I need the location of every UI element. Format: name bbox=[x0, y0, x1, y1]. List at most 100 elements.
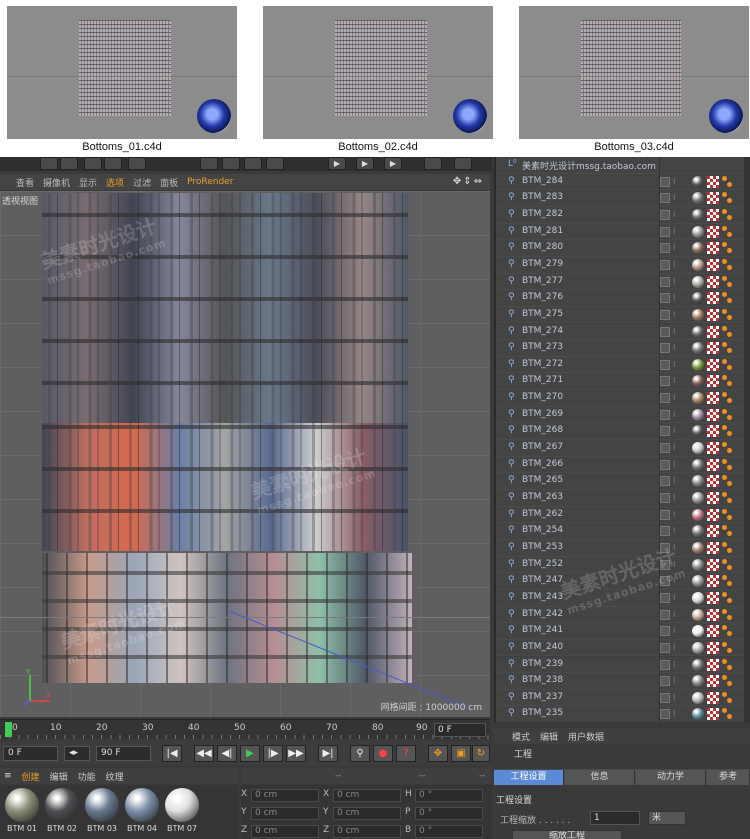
enable-toggle[interactable]: ⁝ bbox=[673, 476, 681, 486]
texture-tag-icon[interactable] bbox=[707, 458, 719, 471]
object-row[interactable]: ⚲ BTM_254 ⁝ bbox=[496, 523, 750, 540]
tag-icon[interactable] bbox=[722, 558, 727, 564]
object-row[interactable]: ⚲ BTM_269 ⁝ bbox=[496, 406, 750, 424]
texture-tag-icon[interactable] bbox=[707, 375, 719, 388]
tag-icon[interactable] bbox=[722, 242, 727, 248]
material-swatch[interactable]: BTM 02 bbox=[44, 788, 80, 838]
visibility-toggle[interactable] bbox=[660, 509, 670, 520]
texture-tag-icon[interactable] bbox=[707, 408, 719, 421]
texture-tag-icon[interactable] bbox=[707, 691, 719, 704]
tag-icon[interactable] bbox=[727, 448, 732, 454]
enable-toggle[interactable]: ⁝ bbox=[673, 243, 681, 253]
object-manager-header[interactable]: L⁰ 美素时光设计mssg.taobao.com bbox=[496, 157, 750, 174]
visibility-toggle[interactable] bbox=[660, 326, 670, 337]
material-tag-icon[interactable] bbox=[692, 275, 704, 288]
material-tag-icon[interactable] bbox=[692, 708, 704, 721]
visibility-toggle[interactable] bbox=[660, 209, 670, 220]
material-tag-icon[interactable] bbox=[692, 525, 704, 538]
visibility-toggle[interactable] bbox=[660, 293, 670, 304]
tag-icon[interactable] bbox=[722, 591, 727, 597]
menu-prorender[interactable]: ProRender bbox=[187, 177, 233, 187]
material-tag-icon[interactable] bbox=[692, 358, 704, 371]
material-tag-icon[interactable] bbox=[692, 658, 704, 671]
object-row[interactable]: ⚲ BTM_276 ⁝ bbox=[496, 290, 750, 307]
tab-project-settings[interactable]: 工程设置 bbox=[494, 770, 564, 785]
tag-icon[interactable] bbox=[727, 314, 732, 320]
enable-toggle[interactable]: ⁝ bbox=[673, 660, 681, 670]
tag-icon[interactable] bbox=[722, 575, 727, 581]
enable-toggle[interactable]: ⁝ bbox=[673, 576, 681, 586]
tag-icon[interactable] bbox=[727, 414, 732, 420]
coordinate-input[interactable]: 0 cm bbox=[333, 825, 401, 838]
visibility-toggle[interactable] bbox=[660, 426, 670, 437]
material-tag-icon[interactable] bbox=[692, 208, 704, 221]
object-row[interactable]: ⚲ BTM_270 ⁝ bbox=[496, 390, 750, 407]
visibility-toggle[interactable] bbox=[660, 559, 670, 570]
material-tag-icon[interactable] bbox=[692, 575, 704, 588]
tag-icon[interactable] bbox=[727, 714, 732, 720]
tag-icon[interactable] bbox=[727, 631, 732, 637]
tag-icon[interactable] bbox=[722, 358, 727, 364]
texture-tag-icon[interactable] bbox=[707, 258, 719, 271]
object-row[interactable]: ⚲ BTM_263 ⁝ bbox=[496, 490, 750, 507]
visibility-toggle[interactable] bbox=[660, 626, 670, 637]
enable-toggle[interactable]: ⁝ bbox=[673, 460, 681, 470]
visibility-toggle[interactable] bbox=[660, 576, 670, 587]
tag-icon[interactable] bbox=[722, 641, 727, 647]
object-row[interactable]: ⚲ BTM_241 ⁝ bbox=[496, 623, 750, 640]
coordinate-input[interactable]: 0 ° bbox=[415, 825, 483, 838]
visibility-toggle[interactable] bbox=[660, 542, 670, 553]
object-row[interactable]: ⚲ BTM_252 ⁝ bbox=[496, 556, 750, 574]
perspective-viewport[interactable]: 透视视图 Y X 网格间距 : 1000000 cm bbox=[0, 191, 490, 717]
next-frame-button[interactable]: |▶ bbox=[263, 745, 283, 762]
menu-camera[interactable]: 摄像机 bbox=[43, 176, 70, 189]
tag-icon[interactable] bbox=[722, 675, 727, 681]
tag-icon[interactable] bbox=[722, 342, 727, 348]
tag-icon[interactable] bbox=[722, 475, 727, 481]
scale-key-button[interactable]: ▣ bbox=[451, 745, 471, 762]
visibility-toggle[interactable] bbox=[660, 676, 670, 687]
material-tag-icon[interactable] bbox=[692, 192, 704, 205]
visibility-toggle[interactable] bbox=[660, 393, 670, 404]
texture-tag-icon[interactable] bbox=[707, 625, 719, 638]
tag-icon[interactable] bbox=[727, 248, 732, 254]
material-tag-icon[interactable] bbox=[692, 175, 704, 188]
render-button[interactable]: ▶ bbox=[356, 157, 374, 170]
material-tag-icon[interactable] bbox=[692, 442, 704, 455]
material-swatch[interactable]: BTM 04 bbox=[124, 788, 160, 838]
visibility-toggle[interactable] bbox=[660, 526, 670, 537]
coordinate-input[interactable]: 0 cm bbox=[333, 789, 401, 802]
visibility-toggle[interactable] bbox=[660, 609, 670, 620]
next-key-button[interactable]: ▶▶ bbox=[286, 745, 306, 762]
toolbar-button[interactable] bbox=[200, 157, 218, 170]
object-row[interactable]: ⚲ BTM_273 ⁝ bbox=[496, 340, 750, 357]
previous-key-button[interactable]: ◀◀ bbox=[194, 745, 214, 762]
tab-reference[interactable]: 参考 bbox=[707, 770, 750, 785]
tag-icon[interactable] bbox=[722, 208, 727, 214]
material-tag-icon[interactable] bbox=[692, 675, 704, 688]
thumbnail-1[interactable] bbox=[7, 6, 237, 139]
tag-icon[interactable] bbox=[722, 525, 727, 531]
rotate-key-button[interactable]: ↻ bbox=[472, 745, 490, 762]
tag-icon[interactable] bbox=[727, 398, 732, 404]
enable-toggle[interactable]: ⁝ bbox=[673, 310, 681, 320]
move-key-button[interactable]: ✥ bbox=[428, 745, 448, 762]
texture-tag-icon[interactable] bbox=[707, 342, 719, 355]
texture-tag-icon[interactable] bbox=[707, 392, 719, 405]
texture-tag-icon[interactable] bbox=[707, 475, 719, 488]
object-row[interactable]: ⚲ BTM_262 ⁝ bbox=[496, 506, 750, 524]
tag-icon[interactable] bbox=[727, 281, 732, 287]
visibility-toggle[interactable] bbox=[660, 692, 670, 703]
menu-icon[interactable]: ≡ bbox=[4, 771, 12, 781]
tag-icon[interactable] bbox=[722, 708, 727, 714]
menu-options[interactable]: 选项 bbox=[106, 176, 124, 189]
object-manager-scrollbar[interactable] bbox=[744, 157, 750, 722]
tag-icon[interactable] bbox=[722, 442, 727, 448]
end-frame-field[interactable]: 90 F bbox=[96, 746, 151, 761]
object-row[interactable]: ⚲ BTM_253 ⁝ bbox=[496, 539, 750, 557]
material-tag-icon[interactable] bbox=[692, 492, 704, 504]
texture-tag-icon[interactable] bbox=[707, 525, 719, 538]
material-tag-icon[interactable] bbox=[692, 475, 704, 488]
attr-menu-edit[interactable]: 编辑 bbox=[540, 730, 558, 743]
material-tab-create[interactable]: 创建 bbox=[22, 770, 40, 783]
